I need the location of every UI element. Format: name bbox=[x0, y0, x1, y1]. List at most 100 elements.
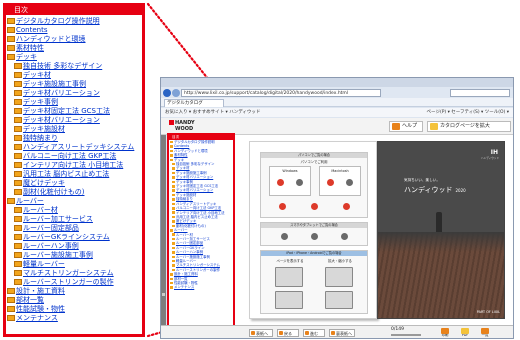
zoomed-toc-item[interactable]: ルーバーハン事例 bbox=[6, 242, 142, 251]
zoomed-toc-item[interactable]: 独自技術 多彩なデザイン bbox=[6, 62, 142, 71]
zoomed-toc-item[interactable]: 汎用工法 脳内ビス止め工法 bbox=[6, 170, 142, 179]
zoomed-toc-item-label: デジタルカタログ操作説明 bbox=[16, 17, 100, 25]
print-button[interactable]: 印刷 bbox=[437, 328, 453, 338]
zoomed-toc-item[interactable]: 部材一覧 bbox=[6, 296, 142, 305]
zoomed-toc-item[interactable]: 独特納まり bbox=[6, 134, 142, 143]
book-icon bbox=[172, 162, 175, 166]
book-icon bbox=[14, 251, 22, 258]
zoom-view-label: 拡大・縮小する bbox=[328, 259, 352, 263]
zoomed-toc-item[interactable]: 性能試験・物性 bbox=[6, 305, 142, 314]
zoomed-toc-item[interactable]: デッキ材固定工法 GCS工法 bbox=[6, 107, 142, 116]
zoomed-toc-item[interactable]: ルーバーGKラインシステム bbox=[6, 233, 142, 242]
book-icon bbox=[172, 193, 175, 197]
first-page-label: 表紙へ bbox=[256, 331, 268, 336]
zoomed-toc-item-label: インテリア向け工法 小目地工法 bbox=[23, 160, 124, 169]
zoomed-toc-item[interactable]: ルーバー施設施工事例 bbox=[6, 251, 142, 260]
zoomed-toc-item-label: ルーバーハン事例 bbox=[23, 241, 79, 250]
browser-tools-menu[interactable]: ページ(P) ▾ セーフティ(S) ▾ ツール(O) ▾ bbox=[427, 108, 509, 117]
browser-window: http://www.lixil.co.jp/support/catalog/d… bbox=[160, 77, 514, 339]
book-icon bbox=[14, 117, 22, 123]
zoomed-toc-item[interactable]: メンテナンス bbox=[6, 314, 142, 323]
zoomed-toc-item[interactable]: 副材(化粧付けもの) bbox=[6, 188, 142, 197]
zoomed-toc-item-label: 副材(化粧付けもの) bbox=[23, 187, 85, 196]
zoomed-toc-item[interactable]: バルコニー向け工法 GKP工法 bbox=[6, 152, 142, 161]
zoomed-toc-item-label: 魔どけデッキ bbox=[23, 178, 65, 187]
forward-arrow-icon[interactable] bbox=[172, 88, 180, 97]
next-page-button[interactable]: 進む bbox=[303, 329, 325, 337]
last-page-icon bbox=[331, 331, 335, 335]
zoomed-toc-item[interactable]: デッキ施設材 bbox=[6, 125, 142, 134]
zoomed-toc-item-label: 性能試験・物性 bbox=[16, 304, 65, 313]
zoomed-toc-item[interactable]: デッキ施設施工事例 bbox=[6, 80, 142, 89]
zoomed-toc-header: 目次 bbox=[6, 6, 142, 15]
zoomed-toc-item[interactable]: デッキ材バリエーション bbox=[6, 89, 142, 98]
bookmarks-links[interactable]: お気に入り ▾ おすすめサイト ▾ ハンディウッド bbox=[165, 110, 260, 115]
zoomed-toc-item[interactable]: 素材特性 bbox=[6, 44, 142, 53]
book-icon bbox=[170, 277, 173, 281]
zoomed-toc-item[interactable]: ルーバーストリンガーの製作 bbox=[6, 278, 142, 287]
windows-box: Windows bbox=[269, 166, 311, 196]
zoomed-toc-item[interactable]: Contents bbox=[6, 26, 142, 35]
browser-search-input[interactable] bbox=[450, 88, 510, 97]
zoomed-toc-item[interactable]: ルーバー加工サービス bbox=[6, 215, 142, 224]
zoomed-toc-item[interactable]: デッキ材 bbox=[6, 71, 142, 80]
book-icon bbox=[7, 54, 15, 60]
pdf-icon bbox=[461, 328, 469, 334]
book-icon bbox=[14, 126, 22, 132]
book-icon bbox=[14, 152, 22, 159]
book-icon bbox=[170, 273, 173, 276]
tab-catalog[interactable]: デジタルカタログ bbox=[164, 99, 224, 107]
book-icon bbox=[14, 179, 22, 186]
book-icon bbox=[172, 171, 175, 175]
zoomed-toc-item[interactable]: ルーバー固定部品 bbox=[6, 224, 142, 233]
tablet-illustration-1 bbox=[275, 267, 303, 287]
zoomed-toc-item[interactable]: 魔どけデッキ bbox=[6, 179, 142, 188]
book-icon bbox=[172, 224, 175, 228]
zoomed-toc-item[interactable]: インテリア向け工法 小目地工法 bbox=[6, 161, 142, 170]
book-icon bbox=[170, 158, 173, 162]
zoomed-toc-item[interactable]: デジタルカタログ操作説明 bbox=[6, 17, 142, 26]
zoomed-toc-item-label: Contents bbox=[16, 26, 48, 34]
mac-box: Macintosh bbox=[319, 166, 361, 196]
left-collapse-bar[interactable] bbox=[161, 135, 166, 338]
back-page-button[interactable]: 戻る bbox=[277, 329, 299, 337]
book-icon bbox=[172, 259, 175, 263]
book-icon bbox=[172, 189, 175, 192]
book-icon bbox=[14, 170, 22, 177]
first-page-icon bbox=[251, 331, 255, 335]
zoomed-toc-item[interactable]: デッキ材バリエーション bbox=[6, 116, 142, 125]
last-page-button[interactable]: 裏表紙へ bbox=[329, 329, 355, 337]
back-arrow-icon[interactable] bbox=[163, 88, 171, 97]
zoomed-toc-item-label: マルチストリンガーシステム bbox=[23, 268, 114, 277]
tablet-guide-title: iPad・iPhone・Androidでご覧の場合 bbox=[261, 251, 367, 256]
zoomed-toc-item[interactable]: 軽量ルーバー bbox=[6, 260, 142, 269]
zoomed-toc-item[interactable]: 設計・施工資料 bbox=[6, 287, 142, 296]
page-slider[interactable] bbox=[391, 334, 421, 336]
book-icon bbox=[172, 185, 175, 188]
zoomed-toc-item-label: 設計・施工資料 bbox=[16, 286, 65, 295]
book-icon bbox=[170, 140, 173, 144]
zoom-page-button[interactable]: カタログページを拡大 bbox=[427, 121, 511, 132]
pdf-button[interactable]: PDF bbox=[457, 328, 473, 338]
zoomed-toc-item[interactable]: デッキ事例 bbox=[6, 98, 142, 107]
viewer-toc-item[interactable]: メンテナンス bbox=[169, 285, 233, 289]
zoomed-toc-item[interactable]: ルーバー bbox=[6, 197, 142, 206]
help-button[interactable]: ヘルプ bbox=[389, 121, 423, 132]
book-icon bbox=[172, 242, 175, 245]
book-icon bbox=[172, 167, 175, 170]
zoomed-toc-item[interactable]: デッキ bbox=[6, 53, 142, 62]
book-icon bbox=[172, 180, 175, 184]
left-page[interactable]: パソコンでご覧の場合 パソコンでご利用 Windows Macintosh スマ… bbox=[249, 141, 377, 319]
right-page-cover[interactable]: IH ハンディウッド 気持ちいい、楽しい。 ハンディウッド 2020 PART O… bbox=[377, 141, 505, 319]
phone-icon-2 bbox=[311, 233, 318, 240]
zoomed-toc-item[interactable]: ルーバー材 bbox=[6, 206, 142, 215]
book-icon bbox=[14, 242, 22, 249]
zoomed-toc-item[interactable]: ハンディウッドと環境 bbox=[6, 35, 142, 44]
book-icon bbox=[172, 215, 175, 219]
cover-deck-shade bbox=[378, 232, 504, 252]
url-bar[interactable]: http://www.lixil.co.jp/support/catalog/d… bbox=[181, 88, 381, 97]
zoomed-toc-item[interactable]: マルチストリンガーシステム bbox=[6, 269, 142, 278]
first-page-button[interactable]: 表紙へ bbox=[249, 329, 273, 337]
zoomed-toc-item[interactable]: ハンディアスリートデッキシステム bbox=[6, 143, 142, 152]
list-button[interactable]: 一覧 bbox=[477, 328, 493, 338]
